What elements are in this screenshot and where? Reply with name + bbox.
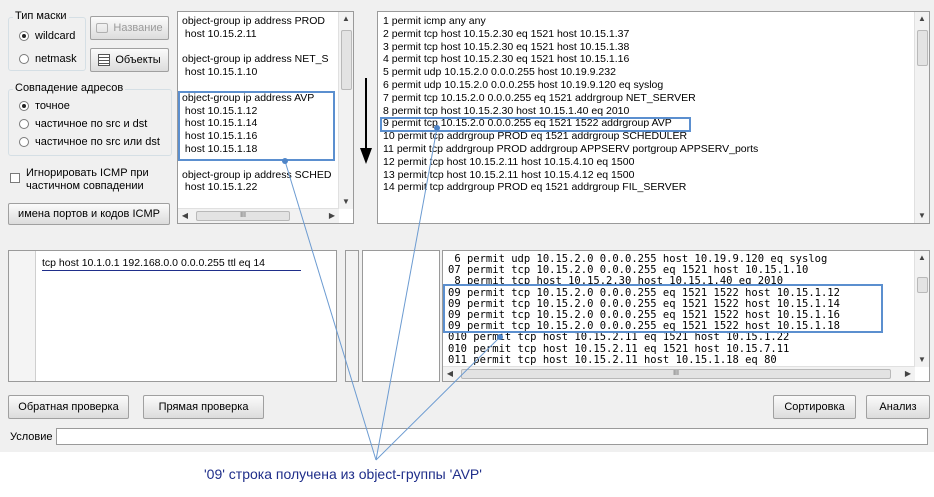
callout-lines: [282, 125, 503, 461]
annotation-caption: '09' строка получена из object-группы 'A…: [204, 466, 482, 482]
